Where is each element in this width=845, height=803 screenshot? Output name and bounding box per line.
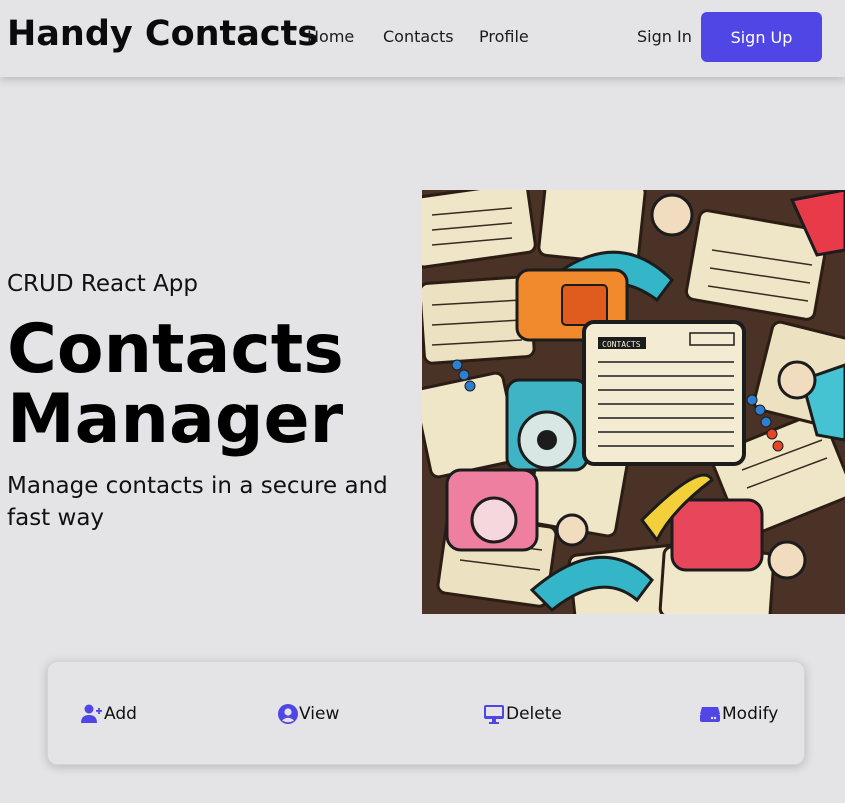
sign-up-button[interactable]: Sign Up [701,12,822,62]
hero-description: Manage contacts in a secure and fast way [7,473,388,531]
nav-link-contacts[interactable]: Contacts [383,27,454,46]
feature-modify-label: Modify [722,704,779,724]
user-plus-icon [81,704,102,723]
nav-link-home[interactable]: Home [307,27,354,46]
feature-delete-label: Delete [506,704,562,724]
svg-text:CONTACTS: CONTACTS [602,340,641,349]
hero-title: Contacts Manager [7,310,344,459]
nav-link-profile[interactable]: Profile [479,27,529,46]
feature-view-label: View [299,704,340,724]
brand-logo-text[interactable]: Handy Contacts [7,14,318,54]
monitor-icon [484,705,504,724]
feature-modify[interactable]: Modify [699,702,778,726]
feature-bar: Add View Delete Modify [47,661,805,765]
feature-view[interactable]: View [278,702,339,726]
feature-add-label: Add [104,704,137,724]
hero-illustration: CONTACTS [422,190,845,614]
sign-in-link[interactable]: Sign In [637,27,692,46]
hard-drive-icon [700,707,720,722]
hero-subtitle: CRUD React App [7,271,198,297]
feature-delete[interactable]: Delete [483,702,562,726]
user-circle-icon [278,704,298,724]
navbar: Handy Contacts Home Contacts Profile Sig… [0,0,845,77]
feature-add[interactable]: Add [81,702,137,726]
